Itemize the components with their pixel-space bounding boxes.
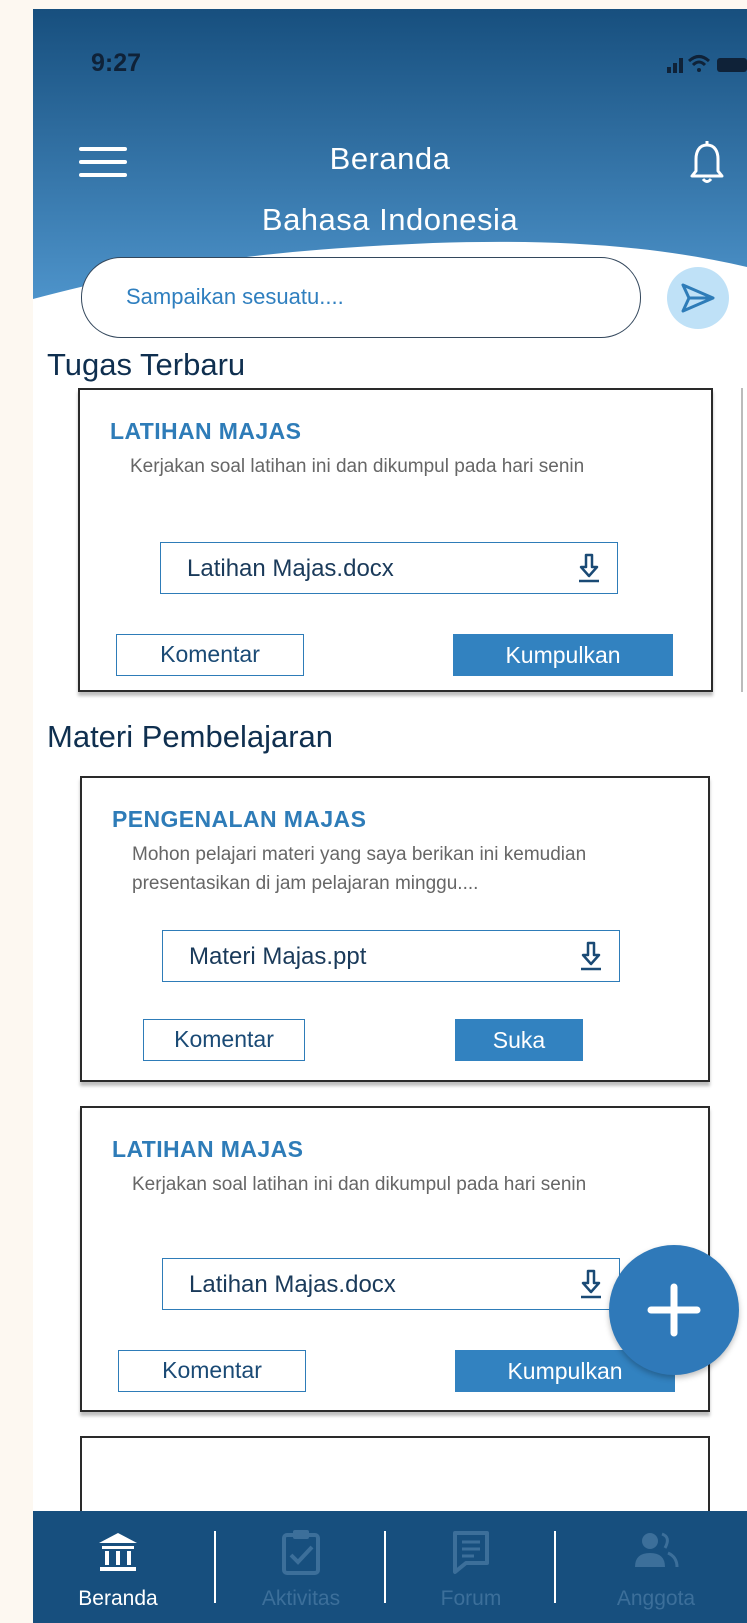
nav-label: Beranda xyxy=(78,1587,158,1610)
users-icon xyxy=(635,1532,679,1568)
file-attachment[interactable]: Latihan Majas.docx xyxy=(162,1258,620,1310)
status-icons xyxy=(667,55,747,73)
send-button[interactable] xyxy=(667,267,729,329)
section-title-materials: Materi Pembelajaran xyxy=(47,719,334,754)
nav-item-aktivitas[interactable]: Aktivitas xyxy=(216,1511,386,1623)
post-input[interactable] xyxy=(124,276,608,318)
comment-button[interactable]: Komentar xyxy=(143,1019,305,1061)
signal-icon xyxy=(667,58,683,73)
comment-button[interactable]: Komentar xyxy=(118,1350,306,1392)
status-time: 9:27 xyxy=(91,49,142,77)
file-name: Materi Majas.ppt xyxy=(189,943,367,970)
clipboard-check-icon xyxy=(282,1530,320,1575)
download-icon[interactable] xyxy=(579,941,603,971)
file-attachment[interactable]: Latihan Majas.docx xyxy=(160,542,618,594)
send-icon xyxy=(681,283,715,313)
add-button[interactable] xyxy=(609,1245,739,1375)
next-card-edge xyxy=(741,388,747,692)
post-box xyxy=(81,257,641,338)
nav-item-beranda[interactable]: Beranda xyxy=(33,1511,203,1623)
nav-item-anggota[interactable]: Anggota xyxy=(571,1511,741,1623)
page-title: Beranda xyxy=(329,141,451,176)
nav-label: Aktivitas xyxy=(261,1587,341,1610)
nav-label: Forum xyxy=(440,1587,502,1610)
comment-button[interactable]: Komentar xyxy=(116,634,304,676)
bottom-navigation: Beranda Aktivitas Forum Anggota xyxy=(33,1511,747,1623)
nav-label: Anggota xyxy=(616,1587,696,1610)
bank-icon xyxy=(99,1533,137,1571)
card-description: Kerjakan soal latihan ini dan dikumpul p… xyxy=(132,1174,587,1195)
download-icon[interactable] xyxy=(577,553,601,583)
file-attachment[interactable]: Materi Majas.ppt xyxy=(162,930,620,982)
wifi-icon xyxy=(687,55,711,72)
class-name: Bahasa Indonesia xyxy=(261,202,519,237)
card-description: Mohon pelajari materi yang saya berikan … xyxy=(132,844,587,894)
nav-divider xyxy=(554,1531,556,1603)
like-button[interactable]: Suka xyxy=(455,1019,583,1061)
nav-item-forum[interactable]: Forum xyxy=(386,1511,556,1623)
plus-icon xyxy=(647,1283,701,1337)
card-title: LATIHAN MAJAS xyxy=(112,1136,304,1162)
download-icon[interactable] xyxy=(579,1269,603,1299)
card-title: LATIHAN MAJAS xyxy=(110,418,302,444)
file-name: Latihan Majas.docx xyxy=(189,1271,396,1298)
document-icon xyxy=(453,1531,489,1574)
battery-icon xyxy=(717,58,747,72)
app-screen: 9:27 Beranda Bahasa Indonesia Tugas Terb… xyxy=(33,9,747,1623)
card-title: PENGENALAN MAJAS xyxy=(112,806,367,832)
submit-button[interactable]: Kumpulkan xyxy=(453,634,673,676)
section-title-assignments: Tugas Terbaru xyxy=(47,347,246,382)
assignment-card: LATIHAN MAJAS Kerjakan soal latihan ini … xyxy=(78,388,713,692)
material-card: PENGENALAN MAJAS Mohon pelajari materi y… xyxy=(80,776,710,1082)
file-name: Latihan Majas.docx xyxy=(187,555,394,582)
bell-icon[interactable] xyxy=(687,139,727,187)
card-description: Kerjakan soal latihan ini dan dikumpul p… xyxy=(130,456,585,477)
